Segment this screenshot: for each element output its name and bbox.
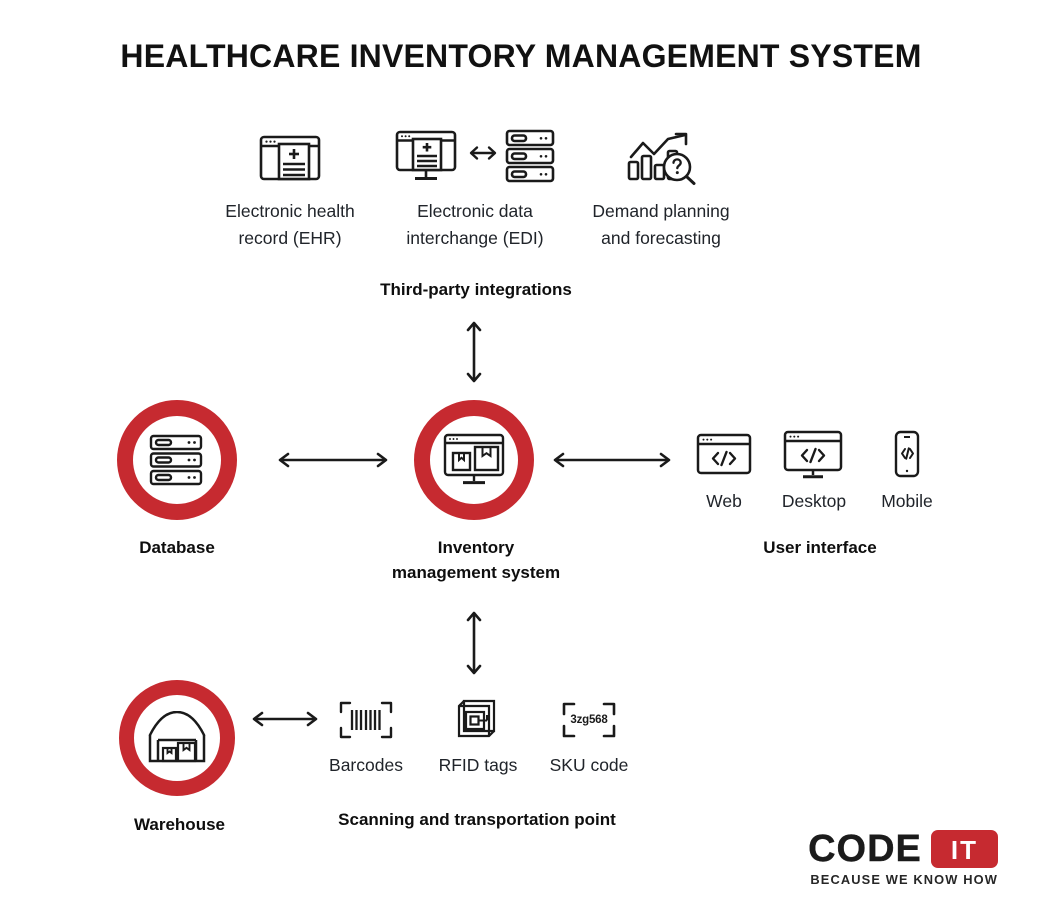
inventory-management-system-label: Inventory management system bbox=[391, 538, 561, 582]
third-party-item-demand-planning: Demand planning and forecasting bbox=[575, 128, 747, 252]
warehouse-label: Warehouse bbox=[133, 815, 225, 834]
warehouse-boxes-icon bbox=[147, 711, 207, 765]
node-inventory-management-system bbox=[414, 400, 534, 520]
connector-third-party-to-inventory bbox=[458, 318, 490, 386]
node-database bbox=[117, 400, 237, 520]
user-interface-label: User interface bbox=[763, 538, 877, 557]
barcode-scan-icon bbox=[313, 698, 419, 742]
third-party-item-ehr: Electronic health record (EHR) bbox=[205, 128, 375, 252]
codeit-logo: CODE IT BECAUSE WE KNOW HOW bbox=[798, 830, 998, 887]
scanning-item-sku-code: 3zg568 SKU code bbox=[537, 698, 641, 779]
sku-code-scan-icon: 3zg568 bbox=[537, 698, 641, 742]
warehouse-ring bbox=[119, 680, 235, 796]
logo-word-it: IT bbox=[930, 830, 998, 868]
scanning-item-rfid-tags-label: RFID tags bbox=[438, 755, 518, 775]
monitor-boxes-icon bbox=[443, 433, 505, 487]
third-party-item-edi-label: Electronic data interchange (EDI) bbox=[406, 201, 544, 249]
connector-warehouse-to-scanning-items bbox=[249, 704, 321, 734]
bar-chart-trend-magnifier-icon bbox=[575, 128, 747, 188]
database-ring bbox=[117, 400, 237, 520]
server-rack-icon bbox=[149, 434, 205, 486]
scanning-item-rfid-tags: RFID tags bbox=[423, 698, 533, 779]
logo-word-code: CODE bbox=[808, 828, 922, 870]
ui-item-mobile: Mobile bbox=[866, 430, 948, 515]
page-title: HEALTHCARE INVENTORY MANAGEMENT SYSTEM bbox=[120, 38, 922, 74]
scanning-and-transportation-point-label: Scanning and transportation point bbox=[338, 810, 616, 829]
connector-database-to-inventory bbox=[275, 444, 391, 476]
mobile-code-icon bbox=[866, 430, 948, 478]
inventory-ring bbox=[414, 400, 534, 520]
connector-inventory-to-user-interface bbox=[550, 444, 674, 476]
third-party-item-ehr-label: Electronic health record (EHR) bbox=[225, 201, 355, 249]
browser-medical-record-icon bbox=[205, 128, 375, 188]
scanning-item-barcodes: Barcodes bbox=[313, 698, 419, 779]
ui-item-web: Web bbox=[683, 432, 765, 515]
third-party-integrations-label: Third-party integrations bbox=[380, 280, 572, 299]
third-party-item-edi: Electronic data interchange (EDI) bbox=[390, 128, 560, 252]
ui-item-desktop-label: Desktop bbox=[781, 491, 847, 511]
ui-item-mobile-label: Mobile bbox=[881, 491, 933, 511]
sku-code-text: 3zg568 bbox=[570, 714, 608, 726]
third-party-item-demand-planning-label: Demand planning and forecasting bbox=[592, 201, 730, 249]
logo-tagline: BECAUSE WE KNOW HOW bbox=[810, 873, 998, 887]
database-label: Database bbox=[139, 538, 215, 557]
desktop-code-icon bbox=[773, 430, 855, 479]
monitor-server-exchange-icon bbox=[390, 128, 560, 188]
ui-item-desktop: Desktop bbox=[773, 430, 855, 515]
rfid-tag-icon bbox=[423, 698, 533, 742]
scanning-item-barcodes-label: Barcodes bbox=[329, 755, 403, 775]
scanning-item-sku-code-label: SKU code bbox=[549, 755, 629, 775]
connector-inventory-to-scanning bbox=[458, 608, 490, 678]
node-warehouse bbox=[119, 680, 235, 796]
ui-item-web-label: Web bbox=[706, 491, 742, 511]
diagram-canvas: HEALTHCARE INVENTORY MANAGEMENT SYSTEM E… bbox=[0, 0, 1042, 923]
browser-code-icon bbox=[683, 432, 765, 478]
